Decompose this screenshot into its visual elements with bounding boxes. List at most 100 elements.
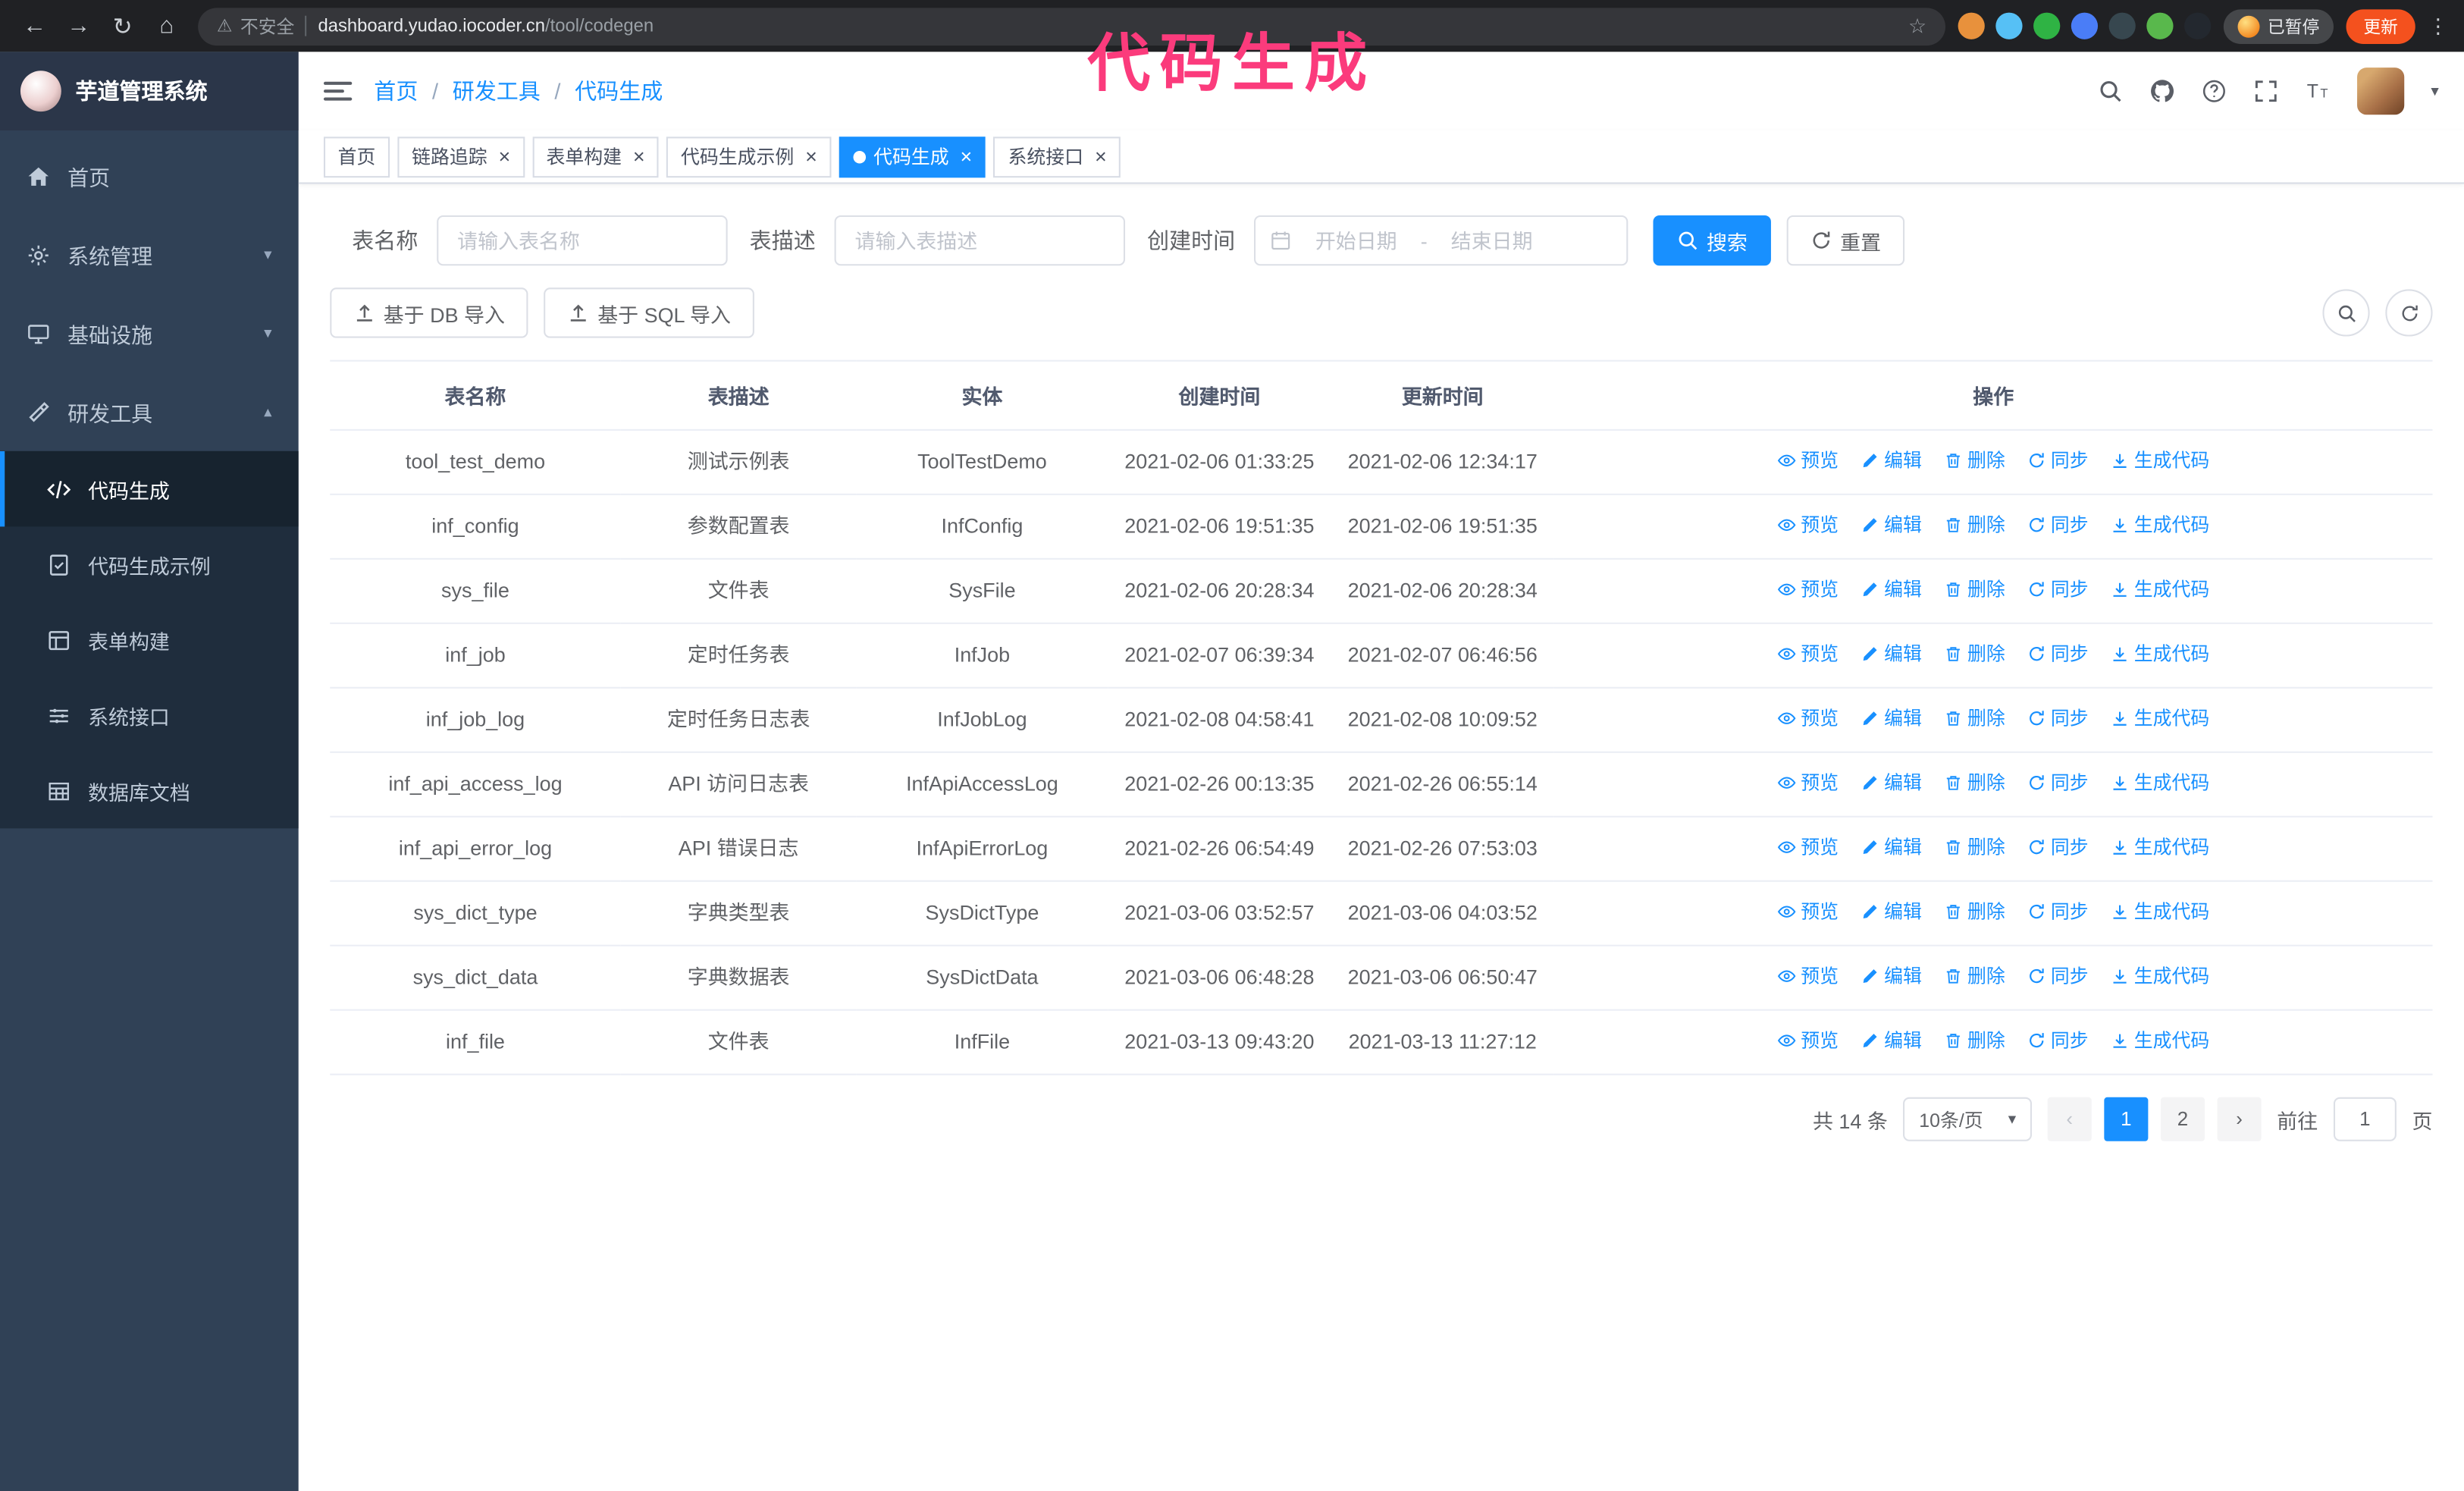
sidebar-subitem-数据库文档[interactable]: 数据库文档	[0, 753, 299, 828]
end-date-input[interactable]	[1435, 228, 1549, 253]
generate-code-link[interactable]: 生成代码	[2111, 636, 2209, 671]
extension-icon[interactable]	[2184, 12, 2212, 39]
delete-link[interactable]: 删除	[1944, 765, 2005, 800]
breadcrumb-item[interactable]: 首页	[374, 75, 418, 106]
generate-code-link[interactable]: 生成代码	[2111, 572, 2209, 607]
generate-code-link[interactable]: 生成代码	[2111, 701, 2209, 736]
paused-chip[interactable]: 已暂停	[2223, 8, 2334, 43]
caret-down-icon[interactable]: ▾	[2431, 83, 2438, 100]
toggle-search-button[interactable]	[2322, 289, 2370, 337]
preview-link[interactable]: 预览	[1777, 701, 1839, 736]
reload-icon[interactable]: ↻	[104, 7, 142, 45]
sidebar-subitem-表单构建[interactable]: 表单构建	[0, 602, 299, 677]
sync-link[interactable]: 同步	[2027, 830, 2089, 865]
generate-code-link[interactable]: 生成代码	[2111, 830, 2209, 865]
page-size-select[interactable]: 10条/页 ▾	[1903, 1097, 2032, 1141]
forward-icon[interactable]: →	[60, 7, 98, 45]
preview-link[interactable]: 预览	[1777, 765, 1839, 800]
security-warning[interactable]: ⚠ 不安全	[217, 14, 294, 39]
edit-link[interactable]: 编辑	[1861, 701, 1922, 736]
edit-link[interactable]: 编辑	[1861, 959, 1922, 993]
extension-icon[interactable]	[2108, 12, 2136, 39]
delete-link[interactable]: 删除	[1944, 572, 2005, 607]
extension-icon[interactable]	[2071, 12, 2099, 39]
preview-link[interactable]: 预览	[1777, 444, 1839, 479]
kebab-menu-icon[interactable]: ⋮	[2428, 14, 2448, 39]
delete-link[interactable]: 删除	[1944, 1023, 2005, 1058]
preview-link[interactable]: 预览	[1777, 959, 1839, 993]
generate-code-link[interactable]: 生成代码	[2111, 507, 2209, 542]
sync-link[interactable]: 同步	[2027, 444, 2089, 479]
preview-link[interactable]: 预览	[1777, 507, 1839, 542]
address-bar[interactable]: ⚠ 不安全 dashboard.yudao.iocoder.cn/tool/co…	[198, 7, 1946, 46]
tab-close-icon[interactable]: ×	[805, 146, 817, 167]
generate-code-link[interactable]: 生成代码	[2111, 444, 2209, 479]
generate-code-link[interactable]: 生成代码	[2111, 959, 2209, 993]
tab-close-icon[interactable]: ×	[633, 146, 645, 167]
refresh-table-button[interactable]	[2385, 289, 2433, 337]
star-icon[interactable]: ☆	[1908, 14, 1926, 39]
next-page-button[interactable]: ›	[2217, 1097, 2262, 1141]
edit-link[interactable]: 编辑	[1861, 894, 1922, 929]
preview-link[interactable]: 预览	[1777, 894, 1839, 929]
extension-icon[interactable]	[1995, 12, 2023, 39]
edit-link[interactable]: 编辑	[1861, 444, 1922, 479]
preview-link[interactable]: 预览	[1777, 636, 1839, 671]
back-icon[interactable]: ←	[16, 7, 54, 45]
sync-link[interactable]: 同步	[2027, 894, 2089, 929]
tab-代码生成示例[interactable]: 代码生成示例 ×	[666, 136, 832, 177]
edit-link[interactable]: 编辑	[1861, 1023, 1922, 1058]
reset-button[interactable]: 重置	[1786, 215, 1905, 266]
generate-code-link[interactable]: 生成代码	[2111, 1023, 2209, 1058]
fullscreen-icon[interactable]	[2253, 79, 2278, 104]
sidebar-subitem-系统接口[interactable]: 系统接口	[0, 677, 299, 752]
edit-link[interactable]: 编辑	[1861, 572, 1922, 607]
sync-link[interactable]: 同步	[2027, 636, 2089, 671]
tab-链路追踪[interactable]: 链路追踪 ×	[397, 136, 525, 177]
table-desc-input[interactable]	[834, 215, 1126, 266]
tab-close-icon[interactable]: ×	[1095, 146, 1107, 167]
github-icon[interactable]	[2149, 79, 2174, 104]
prev-page-button[interactable]: ‹	[2047, 1097, 2092, 1141]
tab-系统接口[interactable]: 系统接口 ×	[993, 136, 1121, 177]
tab-close-icon[interactable]: ×	[498, 146, 510, 167]
sync-link[interactable]: 同步	[2027, 959, 2089, 993]
tab-首页[interactable]: 首页	[323, 136, 390, 177]
generate-code-link[interactable]: 生成代码	[2111, 765, 2209, 800]
user-avatar[interactable]	[2356, 67, 2405, 115]
breadcrumb-item[interactable]: 代码生成	[575, 75, 663, 106]
delete-link[interactable]: 删除	[1944, 959, 2005, 993]
tab-代码生成[interactable]: 代码生成 ×	[839, 136, 986, 177]
app-logo[interactable]: 芋道管理系统	[0, 52, 299, 131]
sidebar-item-研发工具[interactable]: 研发工具 ▴	[0, 372, 299, 451]
sidebar-item-首页[interactable]: 首页	[0, 137, 299, 215]
delete-link[interactable]: 删除	[1944, 636, 2005, 671]
sidebar-subitem-代码生成[interactable]: 代码生成	[0, 450, 299, 527]
date-range-picker[interactable]: -	[1254, 215, 1629, 266]
delete-link[interactable]: 删除	[1944, 507, 2005, 542]
delete-link[interactable]: 删除	[1944, 444, 2005, 479]
sidebar-subitem-代码生成示例[interactable]: 代码生成示例	[0, 526, 299, 601]
table-name-input[interactable]	[437, 215, 728, 266]
preview-link[interactable]: 预览	[1777, 572, 1839, 607]
page-button-1[interactable]: 1	[2104, 1097, 2149, 1141]
browser-home-icon[interactable]: ⌂	[148, 7, 186, 45]
import-sql-button[interactable]: 基于 SQL 导入	[544, 287, 755, 338]
goto-page-input[interactable]	[2333, 1097, 2397, 1141]
sync-link[interactable]: 同步	[2027, 701, 2089, 736]
delete-link[interactable]: 删除	[1944, 894, 2005, 929]
extension-icon[interactable]	[1958, 12, 1985, 39]
tab-close-icon[interactable]: ×	[960, 146, 972, 167]
hamburger-icon[interactable]	[323, 81, 353, 101]
help-icon[interactable]	[2202, 79, 2227, 104]
breadcrumb-item[interactable]: 研发工具	[453, 75, 541, 106]
tab-表单构建[interactable]: 表单构建 ×	[531, 136, 659, 177]
preview-link[interactable]: 预览	[1777, 830, 1839, 865]
edit-link[interactable]: 编辑	[1861, 507, 1922, 542]
page-button-2[interactable]: 2	[2160, 1097, 2205, 1141]
edit-link[interactable]: 编辑	[1861, 830, 1922, 865]
sync-link[interactable]: 同步	[2027, 1023, 2089, 1058]
sync-link[interactable]: 同步	[2027, 572, 2089, 607]
edit-link[interactable]: 编辑	[1861, 636, 1922, 671]
extension-icon[interactable]	[2146, 12, 2174, 39]
